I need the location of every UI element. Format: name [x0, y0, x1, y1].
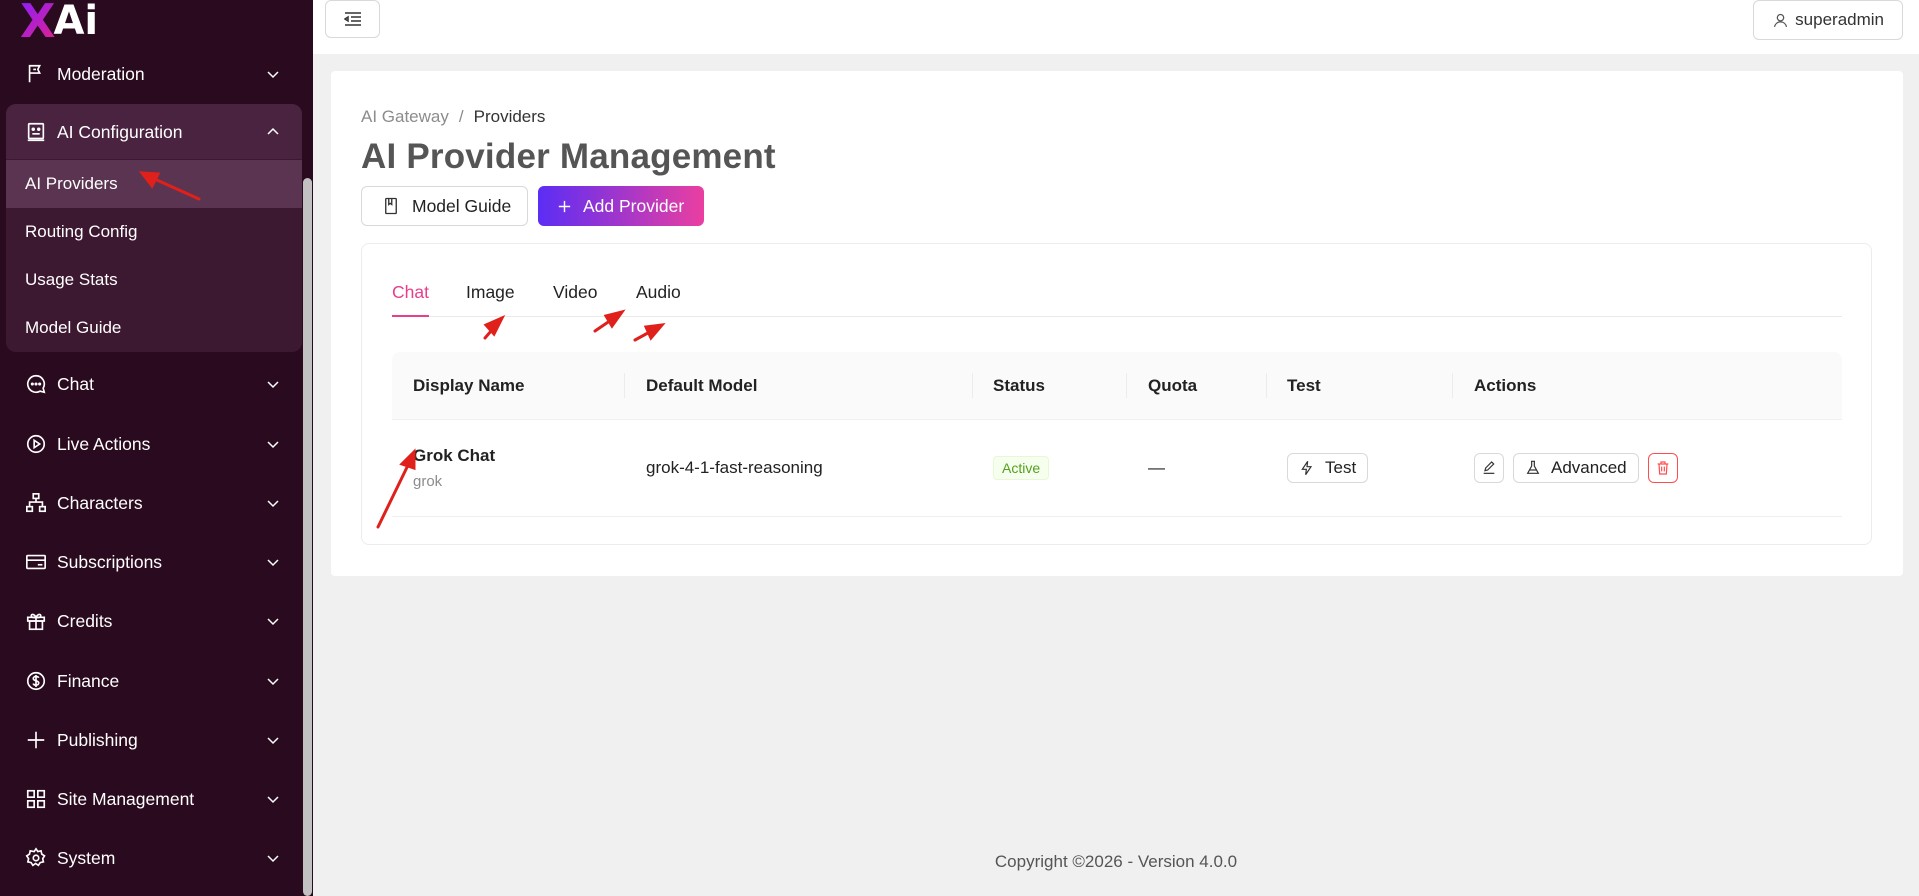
sidebar-item-label: Subscriptions	[57, 551, 163, 572]
sidebar-item-chat[interactable]: Chat	[6, 358, 302, 410]
trash-icon	[1657, 461, 1668, 475]
providers-panel: Chat Image Video Audio Display Name Defa…	[361, 243, 1872, 545]
column-header-test: Test	[1287, 375, 1321, 395]
lightning-icon	[1301, 461, 1313, 475]
column-header-display-name: Display Name	[413, 375, 525, 395]
credit-card-icon	[24, 550, 48, 574]
model-guide-button[interactable]: Model Guide	[361, 186, 528, 226]
sidebar-item-label: Characters	[57, 492, 143, 513]
menu-fold-icon	[343, 12, 361, 26]
chevron-down-icon	[267, 618, 279, 626]
chevron-down-icon	[267, 441, 279, 449]
actions-cell: Advanced	[1474, 420, 1678, 516]
chevron-down-icon	[267, 559, 279, 567]
grid-icon	[24, 787, 48, 811]
sidebar-item-label: Live Actions	[57, 433, 151, 454]
table-row: Grok Chat grok grok-4-1-fast-reasoning A…	[392, 420, 1842, 517]
edit-pencil-icon	[1483, 461, 1495, 474]
user-name: superadmin	[1795, 10, 1884, 29]
main-card: AI Gateway / Providers AI Provider Manag…	[331, 71, 1903, 576]
sidebar-item-moderation[interactable]: Moderation	[6, 48, 302, 100]
user-icon	[1774, 13, 1788, 27]
add-provider-button[interactable]: Add Provider	[538, 186, 704, 226]
advanced-button[interactable]: Advanced	[1513, 453, 1639, 483]
breadcrumb-separator: /	[458, 107, 464, 126]
sidebar-item-credits[interactable]: Credits	[6, 595, 302, 647]
play-circle-icon	[24, 432, 48, 456]
chevron-down-icon	[267, 796, 279, 804]
chevron-down-icon	[267, 500, 279, 508]
sidebar-item-label: Finance	[57, 670, 120, 691]
sidebar-item-subscriptions[interactable]: Subscriptions	[6, 536, 302, 588]
delete-button[interactable]	[1647, 453, 1678, 483]
sidebar: X Ai Moderation AI Configuration AI Provi…	[0, 0, 313, 896]
sidebar-item-label: Chat	[57, 373, 94, 394]
chat-bubble-icon	[24, 372, 48, 396]
default-model-cell: grok-4-1-fast-reasoning	[646, 458, 823, 477]
footer-copyright: Copyright ©2026 - Version 4.0.0	[994, 852, 1238, 871]
provider-display-name: Grok Chat	[413, 446, 496, 465]
column-header-quota: Quota	[1148, 375, 1198, 395]
page-title: AI Provider Management	[361, 137, 776, 176]
breadcrumb: AI Gateway / Providers	[361, 107, 545, 127]
tab-chat[interactable]: Chat	[392, 282, 429, 317]
plus-icon	[558, 200, 571, 212]
sidebar-item-publishing[interactable]: Publishing	[6, 714, 302, 766]
sidebar-item-live-actions[interactable]: Live Actions	[6, 418, 302, 470]
hierarchy-icon	[24, 491, 48, 515]
gift-icon	[24, 609, 48, 633]
flask-icon	[1526, 460, 1540, 474]
chevron-up-icon	[267, 127, 279, 135]
flag-icon	[24, 62, 48, 86]
column-header-actions: Actions	[1474, 375, 1537, 395]
robot-icon	[24, 120, 48, 144]
book-icon	[385, 197, 397, 215]
sidebar-item-label: AI Configuration	[57, 121, 183, 142]
user-menu-button[interactable]: superadmin	[1753, 0, 1903, 40]
provider-key: grok	[413, 473, 443, 490]
sidebar-item-system[interactable]: System	[6, 832, 302, 884]
status-badge: Active	[993, 456, 1050, 480]
breadcrumb-current: Providers	[473, 107, 546, 126]
sidebar-item-label: System	[57, 847, 116, 868]
app-logo[interactable]: X Ai	[20, 0, 98, 44]
column-header-status: Status	[993, 375, 1045, 395]
sidebar-subitem-model-guide[interactable]: Model Guide	[6, 304, 302, 352]
plus-icon	[24, 728, 48, 752]
chevron-down-icon	[267, 381, 279, 389]
sidebar-item-finance[interactable]: Finance	[6, 655, 302, 707]
chevron-down-icon	[267, 678, 279, 686]
edit-button[interactable]	[1474, 453, 1504, 483]
tab-video[interactable]: Video	[553, 282, 597, 316]
table-header: Display Name Default Model Status Quota …	[392, 352, 1842, 420]
provider-type-tabs: Chat Image Video Audio	[392, 282, 1842, 317]
tab-image[interactable]: Image	[466, 282, 515, 316]
chevron-down-icon	[267, 855, 279, 863]
quota-cell: —	[1148, 458, 1165, 477]
provider-name-cell: Grok Chat grok	[413, 420, 495, 516]
sidebar-item-characters[interactable]: Characters	[6, 477, 302, 529]
column-header-default-model: Default Model	[646, 375, 758, 395]
sidebar-item-label: Credits	[57, 610, 113, 631]
test-cell: Test	[1287, 420, 1369, 516]
status-cell: Active	[993, 420, 1050, 516]
chevron-down-icon	[267, 737, 279, 745]
sidebar-item-label: Site Management	[57, 788, 195, 809]
dollar-circle-icon	[24, 669, 48, 693]
chevron-down-icon	[267, 71, 279, 79]
gear-icon	[24, 846, 48, 870]
sidebar-item-label: Moderation	[57, 63, 145, 84]
tab-audio[interactable]: Audio	[636, 282, 681, 316]
test-button[interactable]: Test	[1287, 453, 1369, 483]
sidebar-item-ai-configuration[interactable]: AI Configuration	[6, 106, 302, 158]
top-header: superadmin	[313, 0, 1919, 54]
sidebar-subitem-usage-stats[interactable]: Usage Stats	[6, 256, 302, 304]
breadcrumb-parent[interactable]: AI Gateway	[361, 107, 449, 127]
sidebar-item-site-management[interactable]: Site Management	[6, 773, 302, 825]
sidebar-item-label: Publishing	[57, 729, 138, 750]
menu-toggle-button[interactable]	[325, 0, 380, 38]
sidebar-subitem-routing-config[interactable]: Routing Config	[6, 208, 302, 256]
sidebar-subitem-ai-providers[interactable]: AI Providers	[6, 160, 302, 208]
sidebar-scrollbar[interactable]	[303, 178, 312, 896]
